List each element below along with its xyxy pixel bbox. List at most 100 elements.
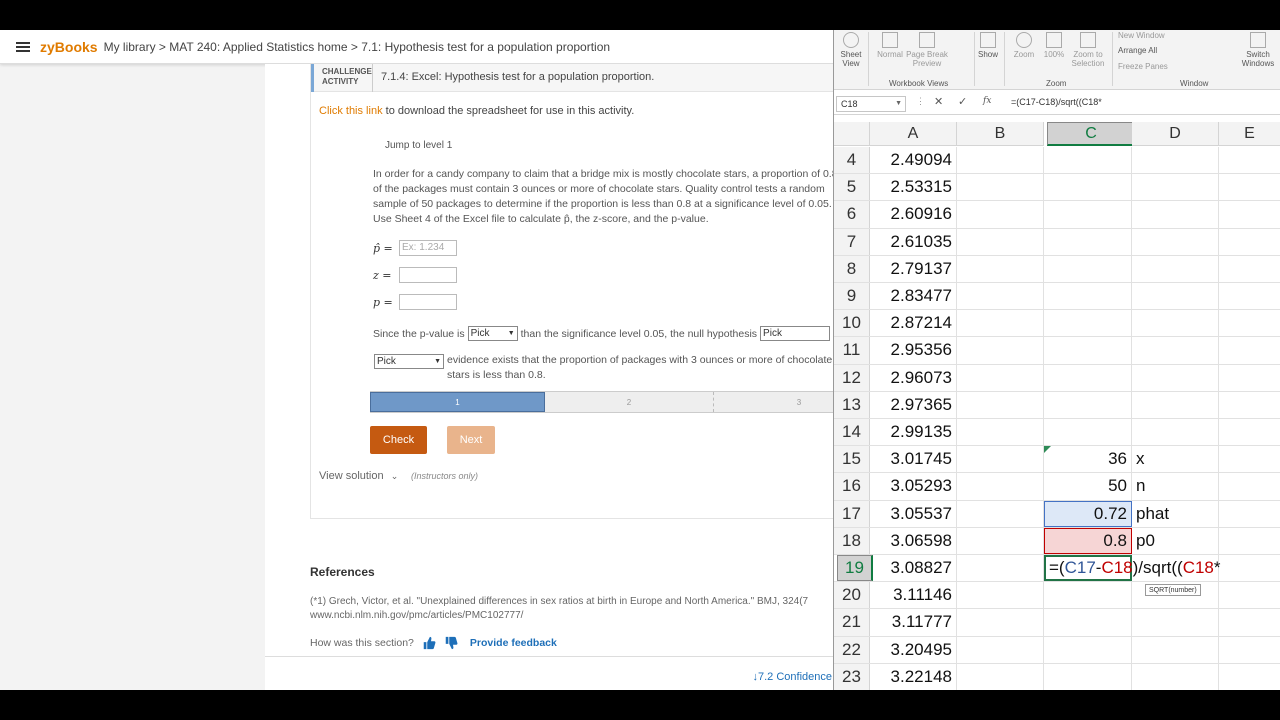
cell-c[interactable]: 50 — [1044, 473, 1132, 500]
cell-e[interactable] — [1219, 365, 1280, 391]
cell-e[interactable] — [1219, 419, 1280, 445]
arrange-all-button[interactable]: Arrange All — [1118, 46, 1157, 55]
cell-d[interactable] — [1132, 228, 1219, 255]
cell-e[interactable] — [1219, 147, 1280, 173]
cell-a[interactable]: 3.20495 — [870, 636, 957, 663]
level-2[interactable]: 2 — [545, 392, 714, 412]
cell-c[interactable] — [1044, 147, 1132, 174]
cell-b[interactable] — [957, 391, 1044, 418]
enter-icon[interactable]: ✓ — [958, 95, 967, 108]
cell-d[interactable] — [1132, 147, 1219, 174]
cell-e[interactable] — [1219, 555, 1280, 581]
cell-a[interactable]: 3.11777 — [870, 609, 957, 636]
cell-b[interactable] — [957, 636, 1044, 663]
cell-b[interactable] — [957, 364, 1044, 391]
cell-a[interactable]: 2.60916 — [870, 201, 957, 228]
cell-d[interactable] — [1132, 609, 1219, 636]
cell-b[interactable] — [957, 582, 1044, 609]
cell-b[interactable] — [957, 527, 1044, 554]
row-header[interactable]: 15 — [834, 446, 870, 473]
zoom-to-selection-button[interactable]: Zoom to Selection — [1068, 32, 1108, 68]
cell-c[interactable]: 0.8 — [1044, 527, 1132, 554]
view-solution-toggle[interactable]: View solution ⌄ — [319, 470, 398, 482]
cell-a[interactable]: 3.05293 — [870, 473, 957, 500]
cell-d[interactable] — [1132, 419, 1219, 446]
switch-windows-button[interactable]: Switch Windows — [1238, 32, 1278, 68]
menu-icon[interactable] — [16, 41, 30, 52]
cell-d[interactable] — [1132, 174, 1219, 201]
null-hypothesis-select[interactable]: Pick — [760, 326, 831, 341]
row-header[interactable]: 9 — [834, 283, 870, 310]
cancel-icon[interactable]: ✕ — [934, 95, 943, 108]
cell-c[interactable]: 0.72 — [1044, 500, 1132, 527]
cell-e[interactable] — [1219, 201, 1280, 227]
show-button[interactable]: Show — [976, 32, 1000, 59]
cell-a[interactable]: 3.22148 — [870, 663, 957, 690]
row-header[interactable]: 8 — [834, 255, 870, 282]
cell-a[interactable]: 2.97365 — [870, 391, 957, 418]
cell-e[interactable] — [1219, 501, 1280, 527]
col-header-d[interactable]: D — [1132, 122, 1219, 146]
cell-d[interactable] — [1132, 364, 1219, 391]
level-1[interactable]: 1 — [370, 392, 545, 412]
cell-c[interactable] — [1044, 201, 1132, 228]
cell-b[interactable] — [957, 500, 1044, 527]
zybooks-logo[interactable]: zyBooks — [40, 39, 98, 55]
cell-e[interactable] — [1219, 528, 1280, 554]
sheet-view-button[interactable]: Sheet View — [838, 32, 864, 68]
cell-a[interactable]: 3.08827 — [870, 555, 957, 582]
normal-view-button[interactable]: Normal — [874, 32, 906, 59]
cell-e[interactable] — [1219, 446, 1280, 472]
cell-a[interactable]: 3.06598 — [870, 527, 957, 554]
row-header[interactable]: 20 — [834, 582, 870, 609]
cell-c[interactable] — [1044, 609, 1132, 636]
row-header[interactable]: 7 — [834, 228, 870, 255]
cell-d[interactable] — [1132, 283, 1219, 310]
freeze-panes-button[interactable]: Freeze Panes — [1118, 62, 1168, 71]
cell-b[interactable] — [957, 609, 1044, 636]
cell-b[interactable] — [957, 147, 1044, 174]
phat-input[interactable]: Ex: 1.234 — [399, 240, 457, 256]
row-header[interactable]: 18 — [834, 527, 870, 554]
cell-c[interactable] — [1044, 255, 1132, 282]
cell-b[interactable] — [957, 473, 1044, 500]
cell-c[interactable] — [1044, 391, 1132, 418]
row-header[interactable]: 14 — [834, 419, 870, 446]
cell-a[interactable]: 2.53315 — [870, 174, 957, 201]
cell-e[interactable] — [1219, 310, 1280, 336]
select-all-corner[interactable] — [834, 122, 870, 146]
download-link[interactable]: Click this link — [319, 105, 383, 117]
cell-b[interactable] — [957, 663, 1044, 690]
row-header[interactable]: 5 — [834, 174, 870, 201]
cell-a[interactable]: 2.95356 — [870, 337, 957, 364]
cell-a[interactable]: 2.96073 — [870, 364, 957, 391]
cell-a[interactable]: 2.83477 — [870, 283, 957, 310]
zoom-100-button[interactable]: 100% — [1040, 32, 1068, 59]
row-header[interactable]: 17 — [834, 500, 870, 527]
cell-e[interactable] — [1219, 256, 1280, 282]
cell-a[interactable]: 3.11146 — [870, 582, 957, 609]
cell-d[interactable]: p0 — [1132, 527, 1219, 554]
citation-link[interactable]: www.ncbi.nlm.nih.gov/pmc/articles/PMC102… — [310, 609, 835, 623]
formula-input[interactable]: =(C17-C18)/sqrt((C18* — [1011, 97, 1102, 107]
cell-d[interactable]: phat — [1132, 500, 1219, 527]
row-header[interactable]: 13 — [834, 391, 870, 418]
cell-c[interactable] — [1044, 364, 1132, 391]
cell-b[interactable] — [957, 555, 1044, 582]
row-header[interactable]: 4 — [834, 147, 870, 174]
cell-b[interactable] — [957, 419, 1044, 446]
provide-feedback-link[interactable]: Provide feedback — [470, 637, 557, 649]
cell-a[interactable]: 2.87214 — [870, 310, 957, 337]
cell-d[interactable] — [1132, 310, 1219, 337]
cell-c[interactable] — [1044, 174, 1132, 201]
cell-b[interactable] — [957, 337, 1044, 364]
col-header-c[interactable]: C — [1047, 122, 1135, 146]
cell-d[interactable] — [1132, 255, 1219, 282]
col-header-a[interactable]: A — [870, 122, 957, 146]
row-header[interactable]: 11 — [834, 337, 870, 364]
cell-e[interactable] — [1219, 283, 1280, 309]
cell-c[interactable] — [1044, 636, 1132, 663]
cell-b[interactable] — [957, 174, 1044, 201]
col-header-e[interactable]: E — [1219, 122, 1280, 146]
next-section-link[interactable]: ↓7.2 Confidence — [753, 671, 833, 683]
